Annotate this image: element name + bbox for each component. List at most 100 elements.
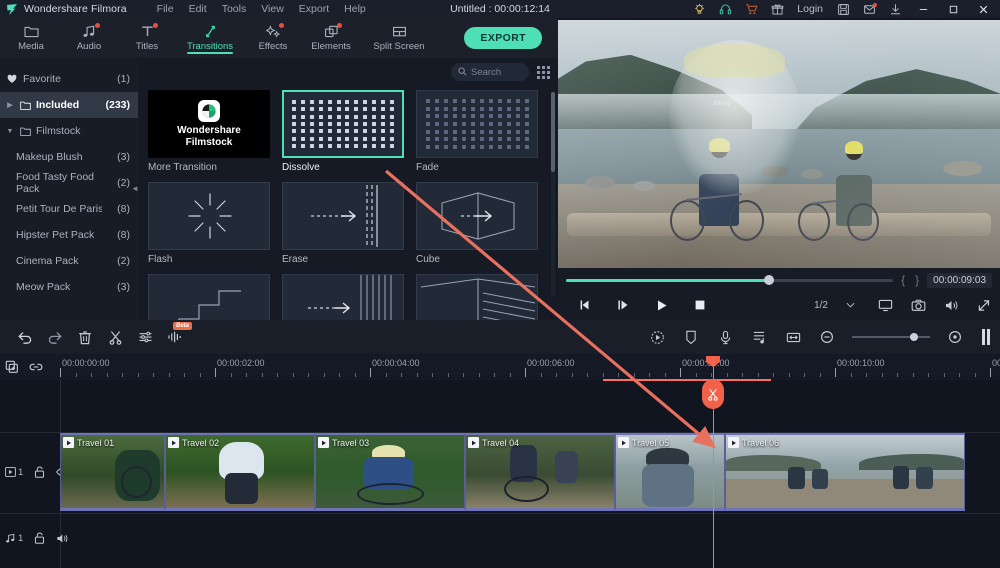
timeline-clip-travel-04[interactable]: Travel 04 bbox=[465, 433, 615, 511]
ruler-time-label: 00:00:12:00 bbox=[992, 358, 1000, 368]
display-settings-icon[interactable] bbox=[877, 297, 893, 313]
mail-icon[interactable] bbox=[856, 0, 882, 18]
tab-split-screen[interactable]: Split Screen bbox=[360, 18, 438, 58]
ruler-tick bbox=[494, 373, 495, 377]
save-icon[interactable] bbox=[830, 0, 856, 18]
maximize-button[interactable] bbox=[938, 0, 968, 18]
menu-tools[interactable]: Tools bbox=[222, 3, 247, 15]
transition-card-dissolve[interactable]: Dissolve bbox=[282, 90, 404, 173]
undo-button[interactable] bbox=[10, 325, 40, 349]
menu-export[interactable]: Export bbox=[299, 3, 329, 15]
transition-card-more-transition[interactable]: Wondershare Filmstock More Transition bbox=[148, 90, 270, 173]
mark-out-button[interactable]: } bbox=[913, 273, 921, 287]
split-button[interactable] bbox=[100, 325, 130, 349]
download-icon[interactable] bbox=[882, 0, 908, 18]
render-preview-button[interactable] bbox=[982, 329, 990, 345]
timeline-clip-travel-02[interactable]: Travel 02 bbox=[165, 433, 315, 511]
fit-timeline-button[interactable] bbox=[778, 325, 808, 349]
menu-file[interactable]: File bbox=[157, 3, 174, 15]
clip-play-icon bbox=[468, 437, 479, 448]
link-icon[interactable] bbox=[29, 361, 43, 373]
sidebar-item-meow-pack[interactable]: Meow Pack (3) bbox=[0, 274, 138, 300]
menu-help[interactable]: Help bbox=[344, 3, 366, 15]
scrollbar-thumb[interactable] bbox=[551, 92, 555, 172]
preview-video-stage[interactable]: biking bbox=[558, 20, 1000, 268]
transition-card-cube[interactable]: Cube bbox=[416, 182, 538, 265]
snapshot-camera-icon[interactable] bbox=[910, 297, 926, 313]
undo-icon bbox=[17, 330, 33, 344]
sidebar-item-cinema-pack[interactable]: Cinema Pack (2) bbox=[0, 248, 138, 274]
tab-titles[interactable]: Titles bbox=[118, 18, 176, 58]
timeline-clip-travel-06[interactable]: Travel 06 bbox=[725, 433, 965, 511]
timeline-clip-travel-01[interactable]: Travel 01 bbox=[60, 433, 165, 511]
shopping-cart-icon[interactable] bbox=[738, 0, 764, 18]
tab-transitions[interactable]: Transitions bbox=[176, 18, 244, 58]
mark-in-button[interactable]: { bbox=[899, 273, 907, 287]
sidebar-item-filmstock[interactable]: ▼ Filmstock bbox=[0, 118, 138, 144]
fullscreen-icon[interactable] bbox=[976, 297, 992, 313]
sidebar-item-count: (8) bbox=[117, 203, 130, 215]
tab-audio[interactable]: Audio bbox=[60, 18, 118, 58]
timeline-ruler[interactable]: 00:00:00:0000:00:02:0000:00:04:0000:00:0… bbox=[0, 354, 1000, 380]
settings-button[interactable] bbox=[130, 325, 160, 349]
lines-thumb bbox=[282, 274, 404, 320]
support-headset-icon[interactable] bbox=[712, 0, 738, 18]
timeline-toolbar-right bbox=[642, 325, 990, 349]
grid-view-icon[interactable] bbox=[537, 66, 550, 79]
timeline-clip-travel-03[interactable]: Travel 03 bbox=[315, 433, 465, 511]
sidebar-item-petit-tour-de-paris-pack[interactable]: Petit Tour De Paris Pack (8) bbox=[0, 196, 138, 222]
transition-card-stairs[interactable] bbox=[148, 274, 270, 320]
transition-card-flash[interactable]: Flash bbox=[148, 182, 270, 265]
unlock-icon[interactable] bbox=[34, 532, 45, 544]
playhead-split-button[interactable] bbox=[702, 379, 724, 409]
login-button[interactable]: Login bbox=[790, 0, 830, 18]
sidebar-item-included[interactable]: ▶ Included (233) bbox=[0, 92, 138, 118]
next-frame-button[interactable] bbox=[616, 297, 632, 313]
chevron-down-icon: ▼ bbox=[6, 128, 14, 135]
sidebar-item-label: Meow Pack bbox=[16, 281, 70, 293]
tab-effects[interactable]: Effects bbox=[244, 18, 302, 58]
sidebar-item-food-tasty-food-pack[interactable]: Food Tasty Food Pack (2) bbox=[0, 170, 138, 196]
redo-button[interactable] bbox=[40, 325, 70, 349]
audio-detach-button[interactable]: Beta bbox=[160, 325, 190, 349]
sidebar-item-favorite[interactable]: Favorite (1) bbox=[0, 66, 138, 92]
record-voiceover-button[interactable] bbox=[710, 325, 740, 349]
add-marker-icon[interactable] bbox=[5, 360, 19, 374]
stop-button[interactable] bbox=[692, 297, 708, 313]
transition-card-rotate[interactable] bbox=[416, 274, 538, 320]
tips-bulb-icon[interactable] bbox=[686, 0, 712, 18]
transition-card-lines[interactable] bbox=[282, 274, 404, 320]
preview-scrubber[interactable] bbox=[566, 279, 893, 282]
search-input[interactable] bbox=[471, 67, 522, 78]
scrubber-handle[interactable] bbox=[764, 275, 774, 285]
export-button[interactable]: EXPORT bbox=[464, 27, 542, 49]
delete-button[interactable] bbox=[70, 325, 100, 349]
search-box[interactable] bbox=[451, 63, 529, 81]
play-button[interactable] bbox=[654, 297, 670, 313]
transition-card-erase[interactable]: Erase bbox=[282, 182, 404, 265]
tab-media[interactable]: Media bbox=[2, 18, 60, 58]
unlock-icon[interactable] bbox=[34, 466, 45, 478]
zoom-in-button[interactable] bbox=[940, 325, 970, 349]
menu-edit[interactable]: Edit bbox=[189, 3, 207, 15]
minimize-button[interactable] bbox=[908, 0, 938, 18]
speaker-icon[interactable] bbox=[56, 533, 69, 544]
prev-frame-button[interactable] bbox=[578, 297, 594, 313]
sidebar-item-hipster-pet-pack[interactable]: Hipster Pet Pack (8) bbox=[0, 222, 138, 248]
close-button[interactable] bbox=[968, 0, 998, 18]
transition-card-fade[interactable]: Fade bbox=[416, 90, 538, 173]
marker-button[interactable] bbox=[676, 325, 706, 349]
menu-view[interactable]: View bbox=[261, 3, 284, 15]
gift-icon[interactable] bbox=[764, 0, 790, 18]
audio-mixer-button[interactable] bbox=[744, 325, 774, 349]
sidebar-item-makeup-blush[interactable]: Makeup Blush (3) bbox=[0, 144, 138, 170]
library-scrollbar[interactable] bbox=[551, 92, 555, 297]
timeline-zoom-slider[interactable] bbox=[852, 336, 930, 338]
color-match-button[interactable] bbox=[642, 325, 672, 349]
timeline-clip-travel-05[interactable]: Travel 05 bbox=[615, 433, 725, 511]
volume-icon[interactable] bbox=[943, 297, 959, 313]
zoom-slider-handle[interactable] bbox=[910, 333, 918, 341]
playback-quality-dropdown[interactable]: 1/2 bbox=[814, 300, 855, 311]
tab-elements[interactable]: Elements bbox=[302, 18, 360, 58]
zoom-out-button[interactable] bbox=[812, 325, 842, 349]
